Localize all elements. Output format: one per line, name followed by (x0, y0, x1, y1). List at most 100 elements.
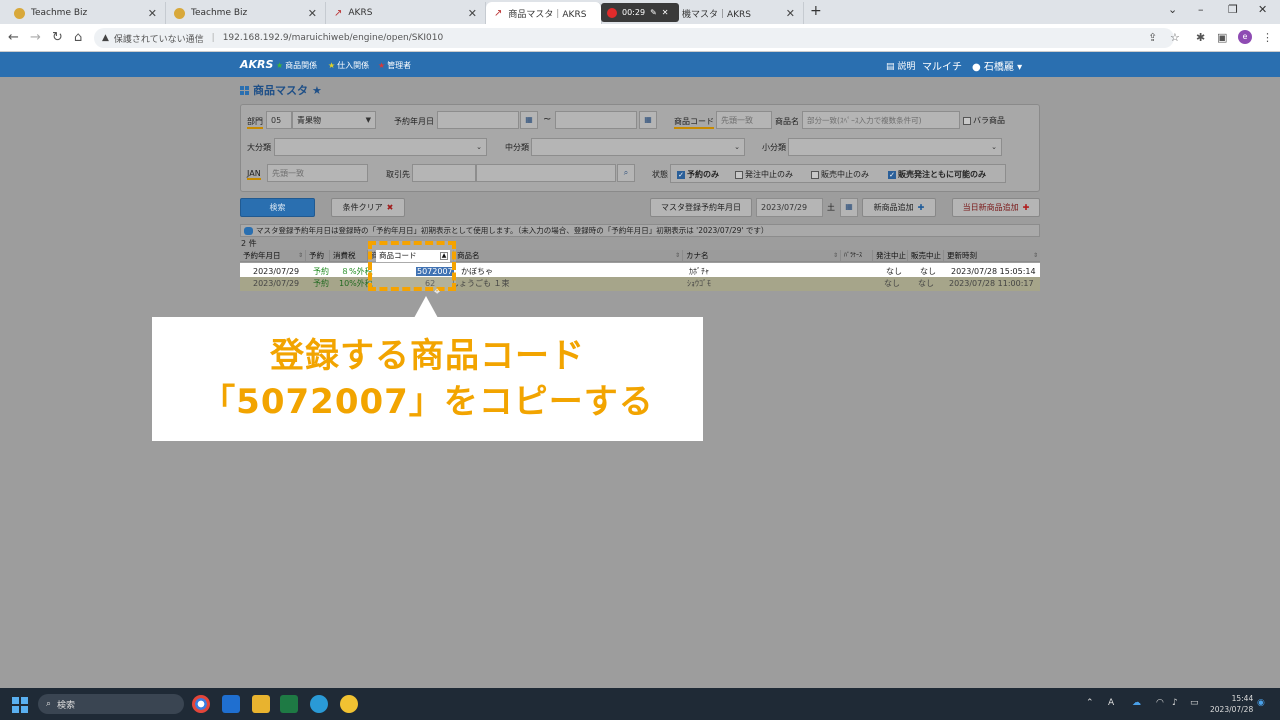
status-reserve-only-checkbox[interactable]: ✓ 予約のみ (677, 169, 719, 180)
calendar-icon[interactable]: ▦ (520, 111, 538, 129)
bara-checkbox[interactable]: バラ商品 (963, 115, 1005, 126)
jan-search-field[interactable]: 先頭一致 (267, 164, 368, 182)
code-search-field[interactable]: 先頭一致 (716, 111, 772, 129)
minimize-icon[interactable]: – (1198, 3, 1204, 16)
tray-chevron-icon[interactable]: ⌃ (1086, 698, 1094, 708)
menu-icon[interactable]: ⋮ (1262, 31, 1273, 44)
search-button[interactable]: 検索 (240, 198, 315, 217)
profile-avatar[interactable]: e (1238, 30, 1252, 44)
tab-product-master[interactable]: ↗ 商品マスタ｜AKRS (486, 2, 602, 24)
edge-icon[interactable] (310, 695, 328, 713)
col-reserve[interactable]: 予約 (306, 250, 330, 262)
checkbox-checked-icon[interactable]: ✓ (888, 170, 896, 179)
tab-machine-master[interactable]: 機マスタ｜AKRS ✕ (680, 2, 804, 24)
status-sale-stop-checkbox[interactable]: 販売中止のみ (811, 169, 869, 180)
new-tab-icon[interactable]: + (810, 3, 822, 19)
reload-icon[interactable]: ↻ (52, 30, 63, 45)
tab-teachme-1[interactable]: Teachme Biz ✕ (6, 2, 166, 24)
checkbox-icon[interactable] (963, 116, 971, 125)
teachme-icon[interactable] (340, 695, 358, 713)
warning-icon[interactable]: ▲ (102, 33, 109, 43)
status-both-available-checkbox[interactable]: ✓ 販売発注ともに可能のみ (888, 169, 986, 180)
name-search-field[interactable]: 部分一致(ｽﾍﾟｰｽ入力で複数条件可) (802, 111, 960, 129)
new-product-button[interactable]: 新商品追加 ✚ (862, 198, 936, 217)
windows-start-icon[interactable] (12, 697, 28, 713)
minor-category-select[interactable]: ⌄ (788, 138, 1002, 156)
chrome-icon[interactable] (192, 695, 210, 713)
supplier-name-field[interactable] (476, 164, 616, 182)
table-row[interactable]: 2023/07/29 予約 ８%外税 5072007 かぼちゃ ｶﾎﾞﾁｬ なし… (240, 263, 1040, 277)
dept-code-field[interactable]: 05 (266, 111, 292, 129)
share-icon[interactable]: ⇪ (1148, 31, 1157, 44)
file-explorer-icon[interactable] (252, 695, 270, 713)
sort-icon[interactable]: ⇕ (298, 250, 303, 262)
taskbar-search[interactable]: ⌕ 検索 (38, 694, 184, 714)
battery-icon[interactable]: ▭ (1190, 698, 1199, 708)
forward-icon[interactable]: → (30, 30, 41, 45)
close-tab-icon[interactable]: ✕ (786, 7, 795, 20)
ime-indicator[interactable]: A (1108, 698, 1114, 708)
reserve-date-to-field[interactable] (555, 111, 637, 129)
record-icon[interactable] (607, 7, 617, 18)
col-name[interactable]: 商品名 ⇕ (454, 250, 683, 262)
checkbox-checked-icon[interactable]: ✓ (677, 170, 685, 179)
edit-icon[interactable]: ✎ (650, 8, 657, 17)
nav-admin[interactable]: ★ 管理者 (378, 60, 411, 71)
nav-purchase[interactable]: ★ 仕入関係 (328, 60, 369, 71)
wifi-icon[interactable]: ◠ (1156, 698, 1164, 708)
cloud-icon[interactable]: ☁ (1132, 698, 1141, 708)
col-reserve-date[interactable]: 予約年月日 ⇕ (240, 250, 306, 262)
col-bara-case[interactable]: ﾊﾞﾗｹｰｽ (841, 250, 873, 262)
restore-icon[interactable]: ❐ (1228, 3, 1238, 16)
col-order-stop[interactable]: 発注中止 (873, 250, 908, 262)
tab-akrs[interactable]: ↗ AKRS ✕ (326, 2, 486, 24)
close-tab-icon[interactable]: ✕ (308, 7, 317, 20)
help-link[interactable]: ▤ 説明 (886, 59, 915, 72)
dept-select[interactable]: 青果物 ▼ (292, 111, 376, 129)
sidepanel-icon[interactable]: ▣ (1217, 31, 1227, 44)
sort-icon[interactable]: ⇕ (675, 250, 680, 262)
favorite-star-icon[interactable]: ★ (312, 84, 322, 97)
home-icon[interactable]: ⌂ (74, 30, 82, 45)
notification-icon[interactable]: ◉ (1257, 698, 1265, 708)
status-order-stop-checkbox[interactable]: 発注中止のみ (735, 169, 793, 180)
master-date-field[interactable]: 2023/07/29 (756, 198, 823, 217)
tab-teachme-2[interactable]: Teachme Biz ✕ (166, 2, 326, 24)
middle-category-select[interactable]: ⌄ (531, 138, 745, 156)
col-sale-stop[interactable]: 販売中止 (908, 250, 944, 262)
close-tab-icon[interactable]: ✕ (468, 7, 477, 20)
close-tab-icon[interactable]: ✕ (148, 7, 157, 20)
nav-product[interactable]: ★ 商品関係 (276, 60, 317, 71)
bookmark-star-icon[interactable]: ☆ (1170, 31, 1180, 44)
col-kana[interactable]: カナ名 ⇕ (683, 250, 841, 262)
extensions-icon[interactable]: ✱ (1196, 31, 1205, 44)
excel-icon[interactable] (280, 695, 298, 713)
back-icon[interactable]: ← (8, 30, 19, 45)
outlook-icon[interactable] (222, 695, 240, 713)
url-field[interactable]: ▲ 保護されていない通信 | 192.168.192.9/maruichiweb… (94, 28, 1174, 48)
sort-icon[interactable]: ⇕ (1033, 250, 1038, 262)
checkbox-icon[interactable] (735, 170, 743, 179)
col-updated[interactable]: 更新時刻 ⇕ (944, 250, 1040, 262)
table-row[interactable]: 2023/07/29 予約 10%外税 62 しょうごも １束 ｼｮｳｺﾞﾓ な… (240, 277, 1040, 291)
checkbox-icon[interactable] (811, 170, 819, 179)
calendar-icon[interactable]: ▦ (639, 111, 657, 129)
close-window-icon[interactable]: ✕ (1258, 3, 1267, 16)
today-new-product-button[interactable]: 当日新商品追加 ✚ (952, 198, 1040, 217)
taskbar-clock[interactable]: 15:44 2023/07/28 (1210, 693, 1253, 715)
recorder-overlay[interactable]: 00:29 ✎ ✕ (601, 3, 679, 22)
col-tax[interactable]: 消費税 (330, 250, 368, 262)
calendar-icon[interactable]: ▦ (840, 198, 858, 217)
volume-icon[interactable]: ♪ (1172, 698, 1178, 708)
app-logo[interactable]: AKRS (240, 58, 273, 71)
reserve-date-from-field[interactable] (437, 111, 519, 129)
user-menu[interactable]: ● 石橋麗 ▾ (972, 58, 1022, 73)
close-icon[interactable]: ✕ (662, 8, 669, 17)
clear-button[interactable]: 条件クリア ✖ (331, 198, 405, 217)
sort-asc-icon[interactable]: ▲ (440, 252, 448, 260)
chevron-down-icon[interactable]: ⌄ (1168, 3, 1177, 16)
search-icon[interactable]: ⌕ (617, 164, 635, 182)
supplier-code-field[interactable] (412, 164, 476, 182)
major-category-select[interactable]: ⌄ (274, 138, 487, 156)
sort-icon[interactable]: ⇕ (833, 250, 838, 262)
